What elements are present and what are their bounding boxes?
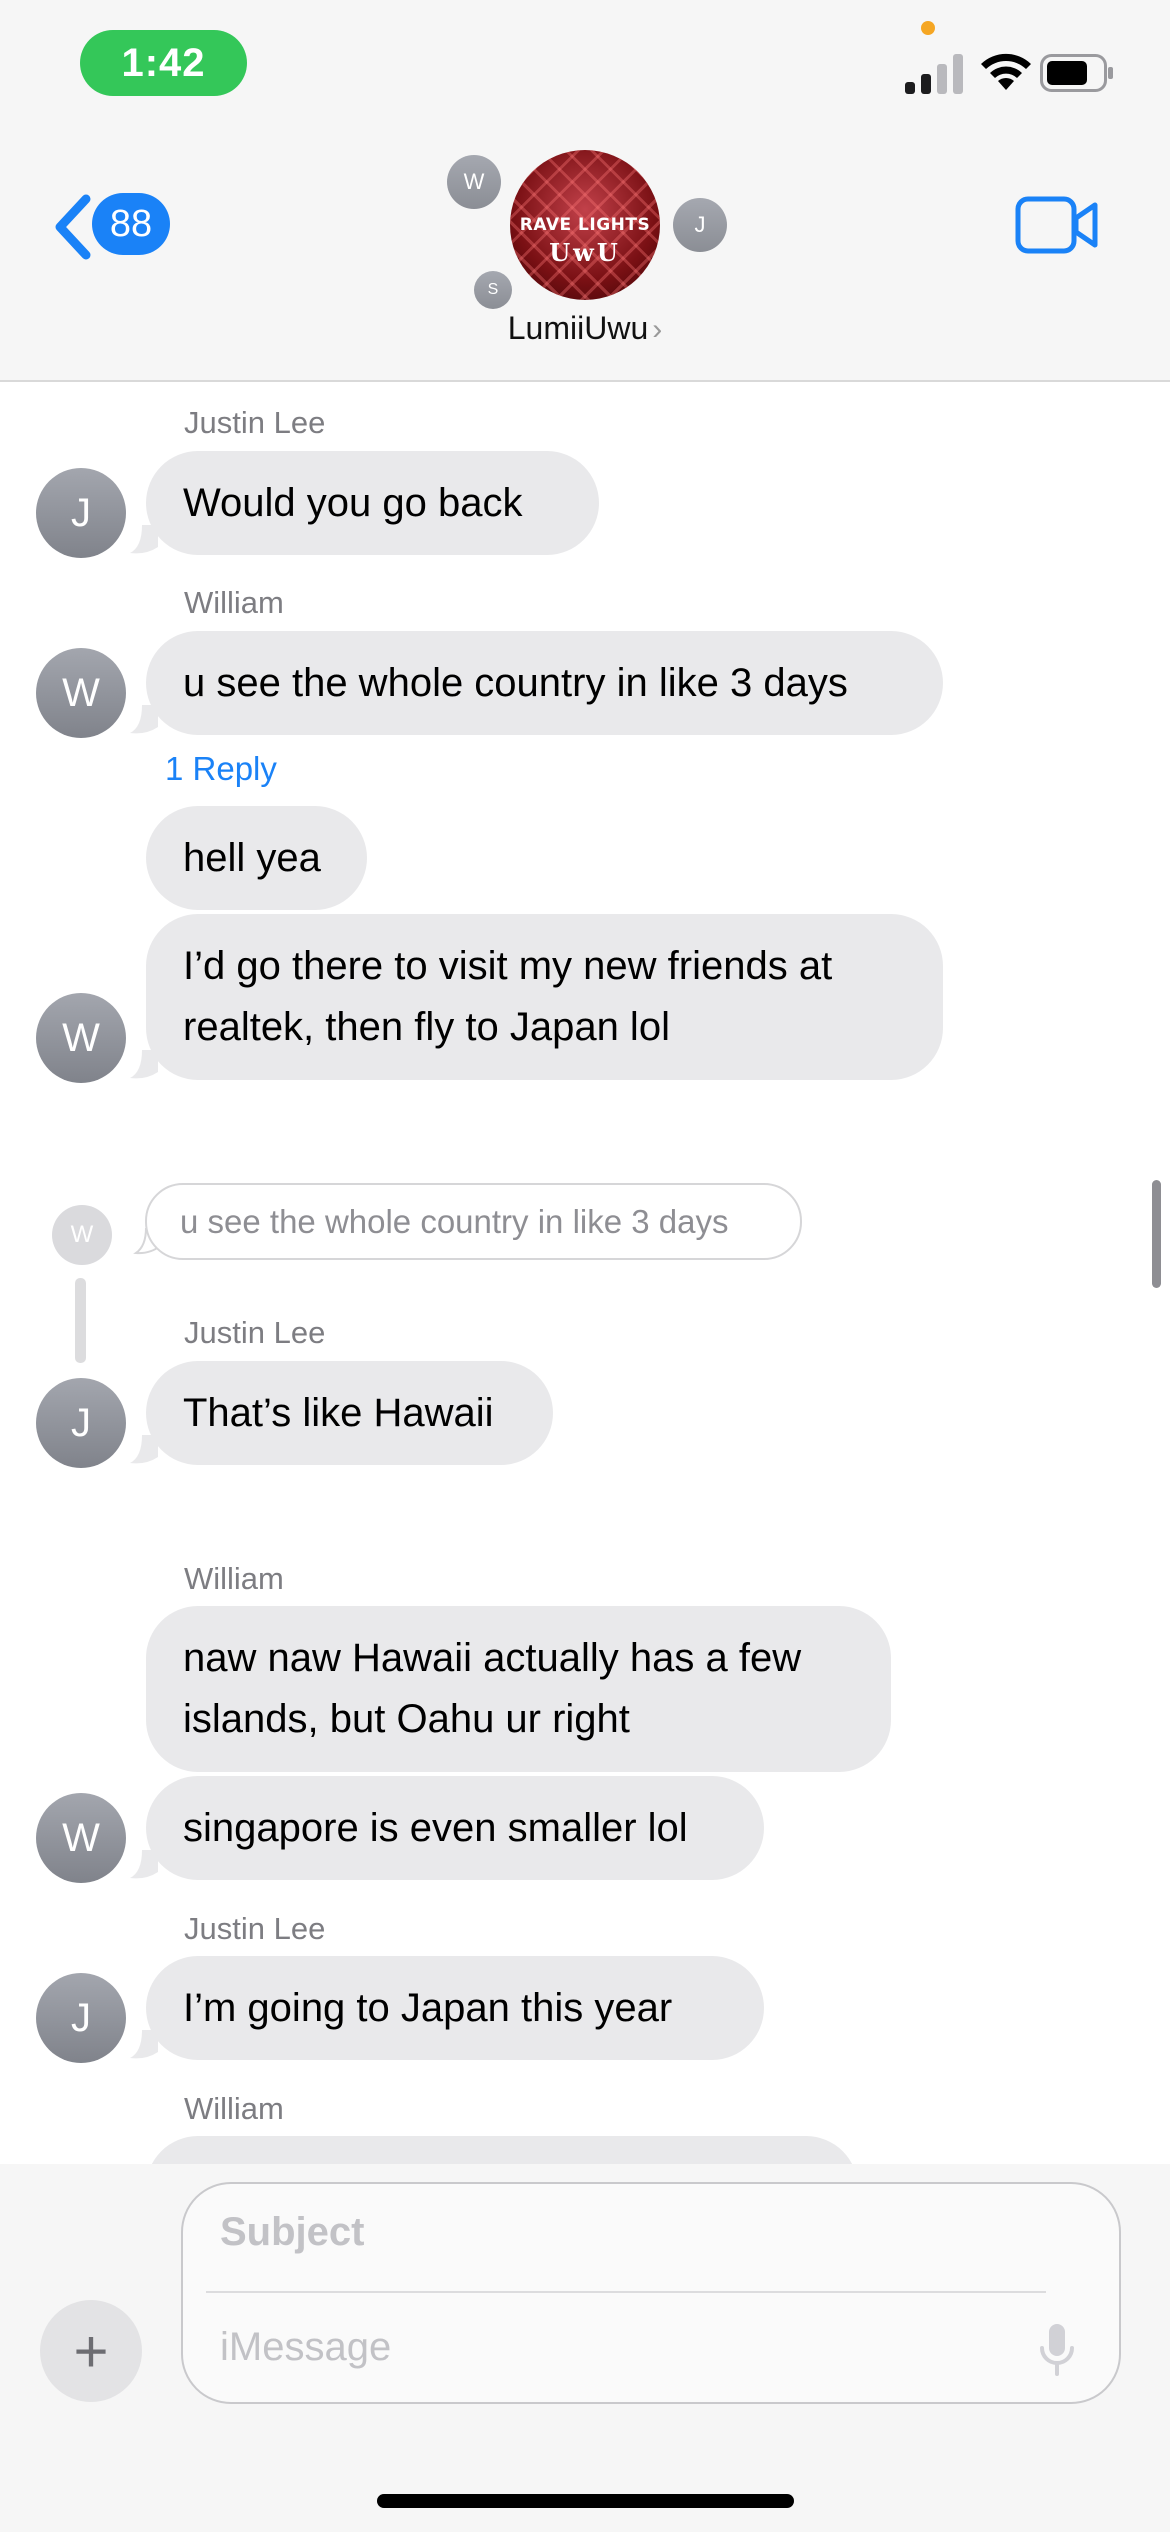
message-bubble[interactable]: That’s like Hawaii bbox=[146, 1361, 553, 1465]
sender-name: William bbox=[184, 2091, 284, 2126]
avatar[interactable]: J bbox=[36, 1973, 126, 2063]
chevron-right-icon: › bbox=[652, 313, 663, 346]
message-bubble[interactable]: Would you go back bbox=[146, 451, 599, 555]
message-bubble[interactable]: singapore is even smaller lol bbox=[146, 1776, 764, 1880]
plus-icon[interactable]: + bbox=[40, 2300, 142, 2402]
avatar[interactable]: W bbox=[36, 993, 126, 1083]
avatar[interactable]: J bbox=[36, 1378, 126, 1468]
message-input[interactable]: iMessage bbox=[220, 2325, 391, 2370]
video-camera-icon[interactable] bbox=[1015, 196, 1099, 254]
unread-count-badge[interactable]: 88 bbox=[92, 193, 170, 255]
group-name[interactable]: LumiiUwu › bbox=[480, 310, 690, 347]
privacy-indicator-dot bbox=[921, 21, 935, 35]
message-bubble[interactable]: naw naw Hawaii actually has a few island… bbox=[146, 1606, 891, 1772]
avatar[interactable]: W bbox=[36, 648, 126, 738]
quoted-message[interactable]: u see the whole country in like 3 days bbox=[145, 1183, 802, 1260]
message-text-line: realtek, then fly to Japan lol bbox=[183, 1005, 670, 1049]
reply-count-link[interactable]: 1 Reply bbox=[165, 750, 277, 788]
sender-name: William bbox=[184, 585, 284, 620]
member-avatar-j: J bbox=[673, 198, 727, 252]
message-bubble[interactable]: hell yea bbox=[146, 806, 367, 910]
home-indicator[interactable] bbox=[377, 2494, 794, 2508]
scrollbar[interactable] bbox=[1152, 1180, 1161, 1288]
avatar-logo-line2: UwU bbox=[549, 238, 621, 267]
thread-line bbox=[75, 1278, 86, 1363]
subject-field[interactable]: Subject bbox=[220, 2210, 364, 2255]
sender-name: Justin Lee bbox=[184, 1911, 326, 1946]
member-avatar-s: S bbox=[474, 271, 512, 309]
composer-divider bbox=[206, 2291, 1046, 2293]
group-name-label: LumiiUwu bbox=[507, 310, 649, 346]
status-time[interactable]: 1:42 bbox=[80, 30, 247, 96]
sender-name: Justin Lee bbox=[184, 405, 326, 440]
sender-name: William bbox=[184, 1561, 284, 1596]
avatar[interactable]: J bbox=[36, 468, 126, 558]
wifi-icon bbox=[981, 53, 1031, 90]
group-avatar[interactable]: RAVE LIGHTS UwU bbox=[510, 150, 660, 300]
avatar[interactable]: W bbox=[36, 1793, 126, 1883]
avatar-logo-line1: RAVE LIGHTS bbox=[519, 215, 651, 235]
message-bubble[interactable]: I’d go there to visit my new friends at … bbox=[146, 914, 943, 1080]
message-text-line: islands, but Oahu ur right bbox=[183, 1697, 630, 1741]
sender-name: Justin Lee bbox=[184, 1315, 326, 1350]
message-text-line: I’d go there to visit my new friends at bbox=[183, 944, 833, 988]
message-bubble[interactable]: u see the whole country in like 3 days bbox=[146, 631, 943, 735]
microphone-icon[interactable] bbox=[1038, 2322, 1076, 2378]
message-bubble[interactable]: I’m going to Japan this year bbox=[146, 1956, 764, 2060]
member-avatar-w: W bbox=[447, 155, 501, 209]
message-text-line: naw naw Hawaii actually has a few bbox=[183, 1636, 802, 1680]
signal-icon bbox=[905, 50, 963, 94]
battery-icon bbox=[1040, 54, 1113, 92]
header-divider bbox=[0, 380, 1170, 382]
back-chevron-icon[interactable] bbox=[50, 193, 94, 261]
quote-avatar: W bbox=[52, 1205, 112, 1265]
